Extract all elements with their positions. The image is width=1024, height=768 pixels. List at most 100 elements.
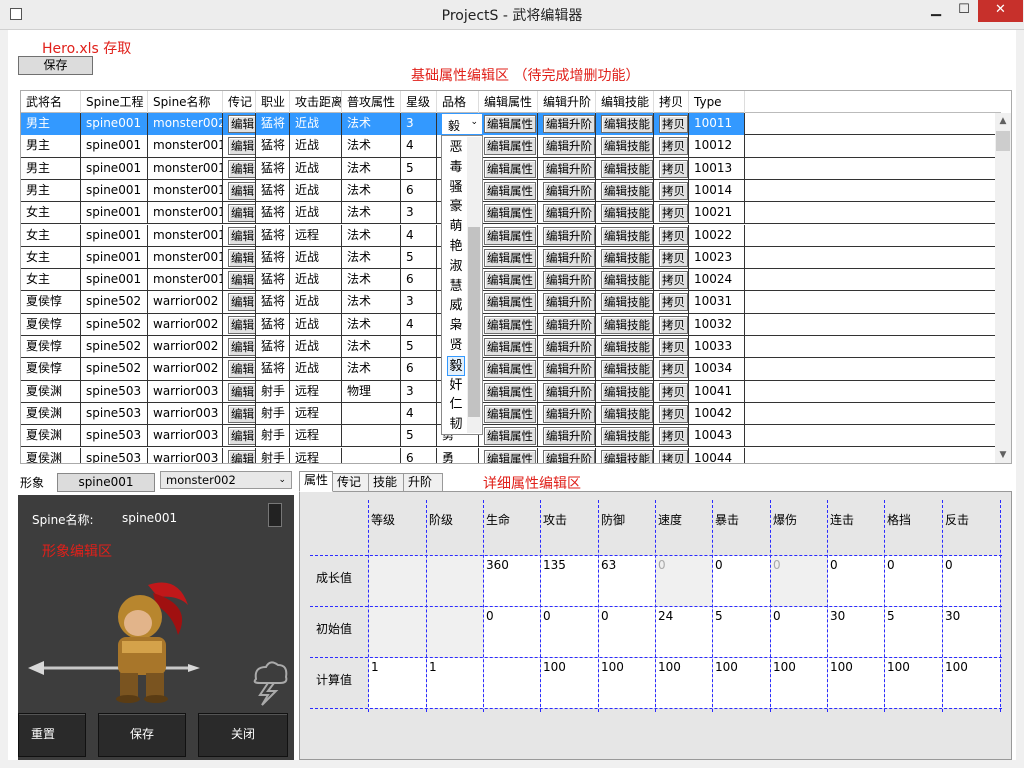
detail-value-cell[interactable]: 100 [599,658,655,708]
hero-name-cell[interactable]: 男主 [21,179,81,202]
table-row[interactable]: 夏侯渊 spine503 warrior003 编辑 射手 远程 物理 3 编辑属性 编辑升阶 编辑… [21,380,997,403]
edit-attr-button[interactable]: 编辑属性 [484,360,536,379]
spine-name-cell[interactable]: monster001 [148,224,223,247]
star-cell[interactable]: 3 [401,380,437,403]
detail-value-cell[interactable]: 135 [541,556,598,606]
star-cell[interactable]: 4 [401,224,437,247]
table-row[interactable]: 女主 spine001 monster001 编辑 猛将 近战 法术 5 编辑属性 编辑升阶 编辑技… [21,246,997,270]
hero-name-cell[interactable]: 夏侯惇 [21,336,81,358]
type-cell[interactable]: 10044 [689,447,745,463]
spine-name-cell[interactable]: warrior003 [148,447,223,463]
hero-name-cell[interactable]: 女主 [21,269,81,292]
copy-button[interactable]: 拷贝 [659,449,688,463]
job-cell[interactable]: 猛将 [256,202,290,225]
range-cell[interactable]: 远程 [290,380,342,403]
table-row[interactable]: 男主 spine001 monster001 编辑 猛将 近战 法术 4 编辑属性 编辑升阶 编辑技… [21,135,997,158]
attack-type-cell[interactable]: 法术 [342,313,401,336]
range-cell[interactable]: 近战 [290,135,342,158]
range-cell[interactable]: 远程 [290,402,342,425]
attack-type-cell[interactable]: 法术 [342,135,401,158]
detail-value-cell[interactable]: 30 [943,607,1000,657]
spine-name-cell[interactable]: monster001 [148,179,223,202]
job-cell[interactable]: 猛将 [256,358,290,381]
copy-button[interactable]: 拷贝 [659,338,688,356]
edit-bio-button[interactable]: 编辑 [228,404,255,423]
edit-skill-button[interactable]: 编辑技能 [601,159,653,178]
grade-option[interactable]: 枭 [447,316,465,336]
range-cell[interactable]: 近战 [290,113,342,135]
edit-upgrade-button[interactable]: 编辑升阶 [543,382,595,401]
copy-button[interactable]: 拷贝 [659,137,688,156]
range-cell[interactable]: 远程 [290,447,342,463]
edit-skill-button[interactable]: 编辑技能 [601,382,653,401]
spine-project-cell[interactable]: spine001 [81,224,148,247]
edit-attr-button[interactable]: 编辑属性 [484,338,536,356]
edit-bio-button[interactable]: 编辑 [228,271,255,290]
detail-value-cell[interactable]: 5 [885,607,942,657]
spine-name-cell[interactable]: warrior002 [148,336,223,358]
edit-attr-button[interactable]: 编辑属性 [484,115,536,133]
spine-project-cell[interactable]: spine503 [81,425,148,448]
spine-project-cell[interactable]: spine502 [81,313,148,336]
column-header[interactable]: 星级 [401,91,437,113]
hero-name-cell[interactable]: 女主 [21,202,81,225]
star-cell[interactable]: 6 [401,447,437,463]
hero-name-cell[interactable]: 男主 [21,157,81,180]
close-window-button[interactable]: ✕ [978,0,1023,22]
attack-type-cell[interactable]: 法术 [342,157,401,180]
attack-type-cell[interactable]: 法术 [342,246,401,269]
detail-value-cell[interactable]: 0 [656,556,712,606]
edit-upgrade-button[interactable]: 编辑升阶 [543,427,595,446]
grade-option[interactable]: 毒 [447,158,465,178]
type-cell[interactable]: 10014 [689,179,745,202]
detail-value-cell[interactable]: 0 [484,607,540,657]
job-cell[interactable]: 猛将 [256,269,290,292]
column-header[interactable]: 编辑属性 [479,91,538,113]
spine-name-cell[interactable]: monster001 [148,157,223,180]
grade-option[interactable]: 毅 [447,355,465,376]
detail-value-cell[interactable]: 100 [943,658,1000,708]
spine-name-cell[interactable]: monster001 [148,246,223,269]
table-row[interactable]: 男主 spine001 monster001 编辑 猛将 近战 法术 5 编辑属性 编辑升阶 编辑技… [21,157,997,180]
table-row[interactable]: 女主 spine001 monster001 编辑 猛将 远程 法术 4 编辑属性 编辑升阶 编辑技… [21,224,997,247]
spine-name-cell[interactable]: warrior003 [148,380,223,403]
edit-bio-button[interactable]: 编辑 [228,293,255,312]
spine-project-cell[interactable]: spine001 [81,246,148,269]
spine-name-cell[interactable]: warrior002 [148,291,223,314]
edit-attr-button[interactable]: 编辑属性 [484,382,536,401]
detail-value-cell[interactable]: 0 [599,607,655,657]
edit-bio-button[interactable]: 编辑 [228,382,255,401]
grade-combobox[interactable]: 毅 ⌄ [441,113,483,135]
detail-value-cell[interactable]: 0 [885,556,942,606]
spine-project-cell[interactable]: spine001 [81,179,148,202]
edit-attr-button[interactable]: 编辑属性 [484,449,536,463]
detail-value-cell[interactable]: 24 [656,607,712,657]
copy-button[interactable]: 拷贝 [659,159,688,178]
range-cell[interactable]: 远程 [290,425,342,448]
copy-button[interactable]: 拷贝 [659,382,688,401]
edit-skill-button[interactable]: 编辑技能 [601,226,653,245]
grade-option[interactable]: 仁 [447,395,465,415]
column-header[interactable]: 攻击距离 [290,91,342,113]
copy-button[interactable]: 拷贝 [659,315,688,334]
hero-name-cell[interactable]: 男主 [21,135,81,158]
edit-attr-button[interactable]: 编辑属性 [484,226,536,245]
attack-type-cell[interactable]: 法术 [342,224,401,247]
save-image-button[interactable]: 保存 [98,713,186,757]
edit-skill-button[interactable]: 编辑技能 [601,293,653,312]
type-cell[interactable]: 10033 [689,336,745,358]
edit-upgrade-button[interactable]: 编辑升阶 [543,115,595,133]
type-cell[interactable]: 10013 [689,157,745,180]
grade-option[interactable]: 韧 [447,415,465,435]
job-cell[interactable]: 射手 [256,447,290,463]
scroll-up-icon[interactable]: ▲ [995,113,1011,129]
edit-bio-button[interactable]: 编辑 [228,360,255,379]
detail-value-cell[interactable]: 1 [427,658,483,708]
range-cell[interactable]: 近战 [290,202,342,225]
hero-name-cell[interactable]: 夏侯惇 [21,313,81,336]
range-cell[interactable]: 近战 [290,313,342,336]
copy-button[interactable]: 拷贝 [659,293,688,312]
edit-upgrade-button[interactable]: 编辑升阶 [543,271,595,290]
type-cell[interactable]: 10023 [689,246,745,269]
detail-value-cell[interactable]: 100 [828,658,884,708]
